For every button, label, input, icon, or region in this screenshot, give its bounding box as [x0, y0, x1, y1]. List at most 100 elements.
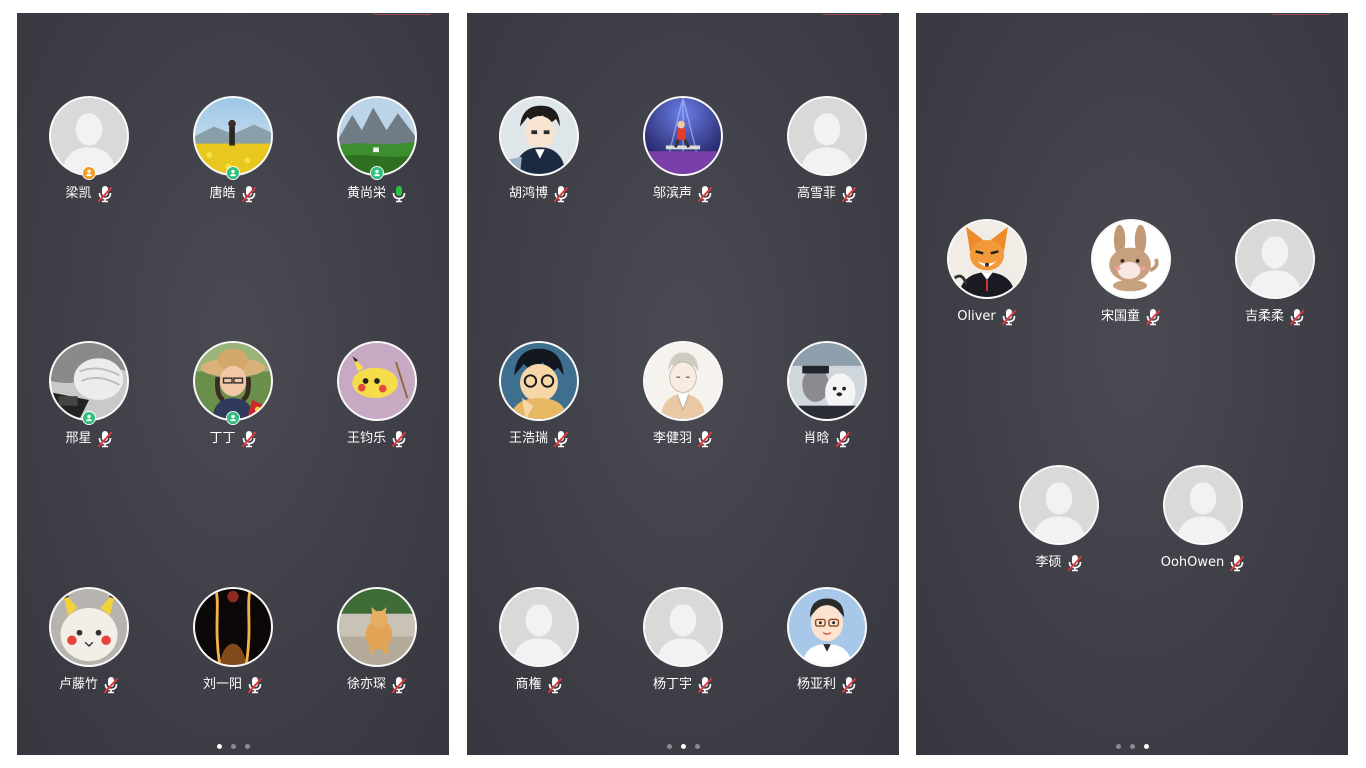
member-name: 徐亦琛: [346, 677, 386, 692]
member-seat[interactable]: 黄尚栄: [317, 96, 437, 208]
page-indicator: [916, 744, 1348, 749]
user-avatar[interactable]: [49, 341, 129, 421]
user-avatar[interactable]: [947, 219, 1027, 299]
user-avatar[interactable]: [337, 587, 417, 667]
member-name-row: 黄尚栄: [317, 184, 437, 204]
user-avatar[interactable]: [787, 341, 867, 421]
mic-on-icon: [391, 185, 407, 203]
member-name: OohOwen: [1160, 555, 1225, 570]
member-name: 刘一阳: [202, 677, 242, 692]
mic-muted-icon: [97, 185, 113, 203]
page-dot[interactable]: [1143, 744, 1149, 749]
member-name-row: 邬滨声: [623, 184, 743, 204]
default-avatar-icon[interactable]: [499, 587, 579, 667]
user-avatar[interactable]: [337, 341, 417, 421]
page-dot[interactable]: [680, 744, 686, 749]
member-seat[interactable]: 胡鸿博: [479, 96, 599, 208]
mic-muted-icon: [1067, 554, 1083, 572]
user-avatar[interactable]: [193, 96, 273, 176]
mic-muted-icon: [241, 430, 257, 448]
member-name: 王钧乐: [346, 431, 386, 446]
member-name: 高雪菲: [796, 186, 836, 201]
member-seat[interactable]: 邢星: [29, 341, 149, 453]
user-avatar[interactable]: [193, 341, 273, 421]
member-name-row: 吉柔柔: [1215, 307, 1335, 327]
member-seat[interactable]: Oliver: [927, 219, 1047, 331]
user-avatar[interactable]: [499, 96, 579, 176]
mic-muted-icon: [835, 430, 851, 448]
page-dot[interactable]: [244, 744, 250, 749]
default-avatar-icon[interactable]: [1163, 465, 1243, 545]
member-name-row: 胡鸿博: [479, 184, 599, 204]
member-seat[interactable]: 唐皓: [173, 96, 293, 208]
top-right-button-edge[interactable]: [373, 13, 431, 15]
member-name-row: OohOwen: [1143, 553, 1263, 573]
member-badge-icon: [82, 411, 96, 425]
member-seat[interactable]: 商権: [479, 587, 599, 699]
member-name-row: 肖晗: [767, 429, 887, 449]
user-avatar[interactable]: [49, 587, 129, 667]
member-seat[interactable]: 刘一阳: [173, 587, 293, 699]
user-avatar[interactable]: [499, 341, 579, 421]
member-seat[interactable]: 吉柔柔: [1215, 219, 1335, 331]
member-name: 唐皓: [209, 186, 236, 201]
member-seat[interactable]: 宋国童: [1071, 219, 1191, 331]
page-indicator: [467, 744, 899, 749]
member-seat[interactable]: 王钧乐: [317, 341, 437, 453]
mic-muted-icon: [553, 430, 569, 448]
user-avatar[interactable]: [337, 96, 417, 176]
member-seat[interactable]: 王浩瑞: [479, 341, 599, 453]
member-seat[interactable]: 邬滨声: [623, 96, 743, 208]
default-avatar-icon[interactable]: [643, 587, 723, 667]
member-seat[interactable]: 丁丁: [173, 341, 293, 453]
default-avatar-icon[interactable]: [787, 96, 867, 176]
default-avatar-icon[interactable]: [49, 96, 129, 176]
member-name: 黄尚栄: [346, 186, 386, 201]
member-seat[interactable]: 卢藤竹: [29, 587, 149, 699]
member-seat[interactable]: 肖晗: [767, 341, 887, 453]
page-dot[interactable]: [1115, 744, 1121, 749]
user-avatar[interactable]: [1091, 219, 1171, 299]
mic-muted-icon: [1145, 308, 1161, 326]
member-name-row: 徐亦琛: [317, 675, 437, 695]
member-seat[interactable]: 李硕: [999, 465, 1119, 577]
member-name: 卢藤竹: [58, 677, 98, 692]
member-name-row: 宋国童: [1071, 307, 1191, 327]
mic-muted-icon: [1229, 554, 1245, 572]
member-seat[interactable]: 徐亦琛: [317, 587, 437, 699]
user-avatar[interactable]: [643, 341, 723, 421]
default-avatar-icon[interactable]: [1235, 219, 1315, 299]
member-seat[interactable]: 杨丁宇: [623, 587, 743, 699]
user-avatar[interactable]: [787, 587, 867, 667]
member-seat[interactable]: OohOwen: [1143, 465, 1263, 577]
mic-muted-icon: [697, 185, 713, 203]
member-seat[interactable]: 梁凯: [29, 96, 149, 208]
top-right-button-edge[interactable]: [1272, 13, 1330, 15]
member-name-row: 王浩瑞: [479, 429, 599, 449]
member-seat[interactable]: 高雪菲: [767, 96, 887, 208]
default-avatar-icon[interactable]: [1019, 465, 1099, 545]
page-dot[interactable]: [694, 744, 700, 749]
page-dot[interactable]: [1129, 744, 1135, 749]
mic-muted-icon: [1289, 308, 1305, 326]
page-dot[interactable]: [230, 744, 236, 749]
page-dot[interactable]: [666, 744, 672, 749]
member-name: 杨亚利: [796, 677, 836, 692]
member-name: 宋国童: [1100, 309, 1140, 324]
member-name: 李健羽: [652, 431, 692, 446]
member-seat[interactable]: 李健羽: [623, 341, 743, 453]
member-name-row: 杨亚利: [767, 675, 887, 695]
mic-muted-icon: [1001, 308, 1017, 326]
member-name: 胡鸿博: [508, 186, 548, 201]
member-name: 肖晗: [803, 431, 830, 446]
member-name: 邢星: [65, 431, 92, 446]
member-name-row: 邢星: [29, 429, 149, 449]
member-badge-icon: [226, 166, 240, 180]
user-avatar[interactable]: [193, 587, 273, 667]
top-right-button-edge[interactable]: [823, 13, 881, 15]
voice-room-screen-1: 梁凯 唐皓 黄尚栄邢星 丁丁 王钧乐卢藤竹 刘一阳 徐亦琛: [17, 13, 449, 755]
member-badge-icon: [226, 411, 240, 425]
member-seat[interactable]: 杨亚利: [767, 587, 887, 699]
page-dot[interactable]: [216, 744, 222, 749]
user-avatar[interactable]: [643, 96, 723, 176]
